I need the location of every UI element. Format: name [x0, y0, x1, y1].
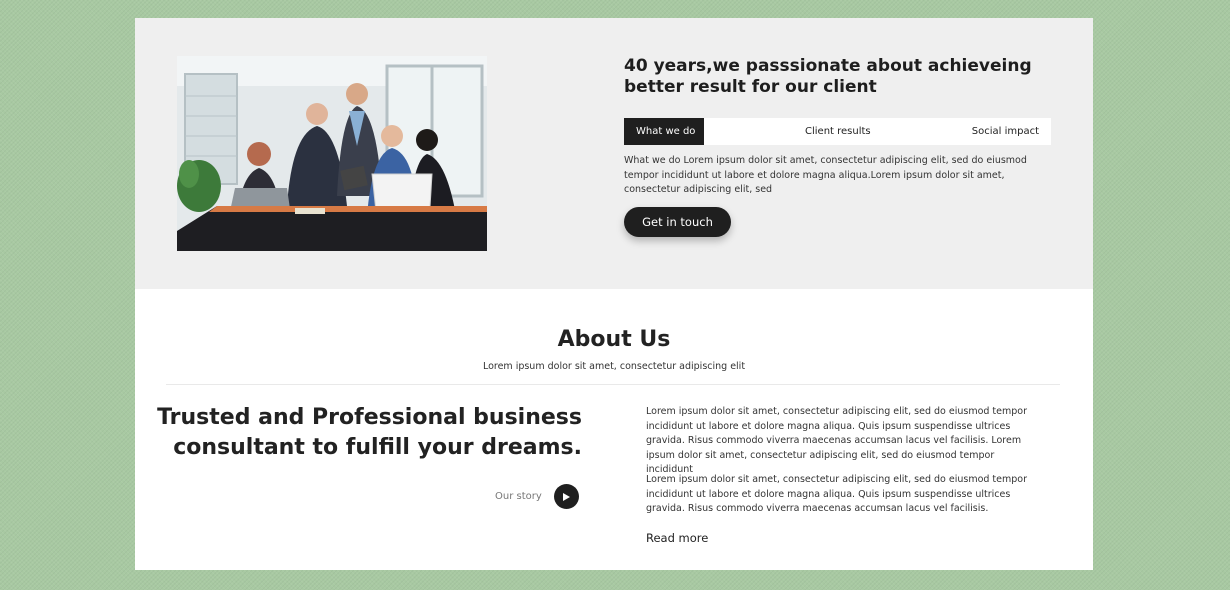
tab-social-impact[interactable]: Social impact [972, 118, 1039, 145]
about-heading: Trusted and Professional business consul… [157, 405, 582, 460]
tab-bar: What we do Client results Social impact [624, 118, 1051, 145]
play-icon[interactable] [553, 484, 579, 509]
tab-content-text: What we do Lorem ipsum dolor sit amet, c… [624, 155, 1027, 195]
get-in-touch-button[interactable]: Get in touch [624, 207, 731, 237]
about-paragraph-2: Lorem ipsum dolor sit amet, consectetur … [646, 474, 1028, 514]
about-title: About Us [557, 327, 671, 352]
page-container: 40 years,we passsionate about achieveing… [135, 18, 1093, 570]
read-more-link[interactable]: Read more [646, 531, 708, 545]
team-meeting-photo [177, 56, 487, 251]
tab-client-results[interactable]: Client results [805, 118, 871, 145]
our-story-label[interactable]: Our story [495, 491, 542, 502]
hero-title: 40 years,we passsionate about achieveing… [624, 56, 1032, 97]
section-divider [166, 384, 1060, 385]
about-paragraph-1: Lorem ipsum dolor sit amet, consectetur … [646, 406, 1028, 475]
our-story-link[interactable]: Our story [495, 484, 579, 509]
about-subtitle: Lorem ipsum dolor sit amet, consectetur … [482, 361, 746, 372]
tab-what-we-do[interactable]: What we do [624, 118, 704, 145]
hero-section: 40 years,we passsionate about achieveing… [135, 18, 1093, 289]
